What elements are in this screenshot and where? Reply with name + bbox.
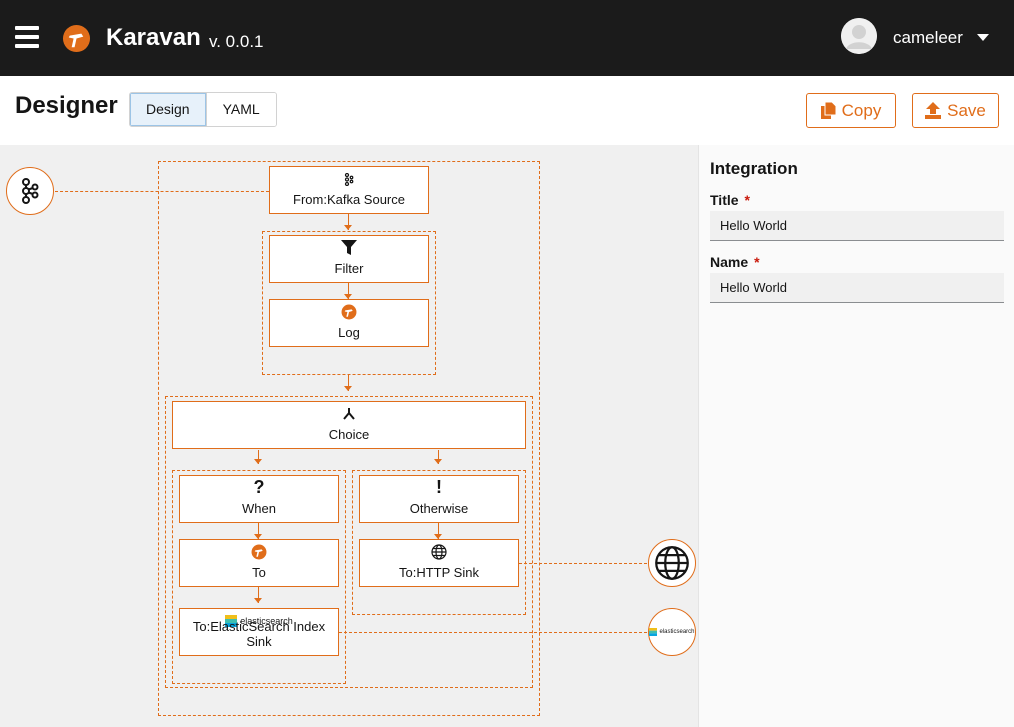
globe-icon [655,546,689,580]
step-choice[interactable]: Choice [172,401,526,449]
flow-arrow [254,587,263,603]
username[interactable]: cameleer [893,28,963,48]
tab-design[interactable]: Design [130,93,207,126]
title-input[interactable] [710,211,1004,241]
question-icon: ? [253,476,265,497]
name-label-text: Name [710,254,749,270]
panel-heading: Integration [710,159,798,178]
copy-button[interactable]: Copy [806,93,896,128]
exclamation-icon: ! [436,476,442,497]
camel-icon [251,544,267,560]
copy-icon [820,102,836,119]
flow-arrow [344,375,353,391]
flow-arrow [434,523,443,539]
kafka-endpoint[interactable] [6,167,54,215]
karavan-logo-icon [62,24,91,53]
upload-icon [925,102,942,119]
step-to-http[interactable]: To:HTTP Sink [359,539,519,587]
flow-arrow [254,523,263,539]
name-field-label: Name * [710,254,760,270]
elasticsearch-connector [339,632,647,633]
view-toggle-group: Design YAML [129,92,277,127]
http-endpoint[interactable] [648,539,696,587]
step-log[interactable]: Log [269,299,429,347]
required-mark: * [754,254,760,270]
flow-arrow [344,214,353,230]
page-title: Designer [15,92,118,119]
flow-arrow [254,450,263,464]
user-avatar[interactable] [841,18,877,54]
step-to[interactable]: To [179,539,339,587]
top-navbar: Karavan v. 0.0.1 cameleer [0,0,1014,76]
step-filter[interactable]: Filter [269,235,429,283]
step-label: Filter [334,261,364,276]
required-mark: * [744,192,750,208]
step-label: From:Kafka Source [293,192,405,207]
elasticsearch-icon [649,628,658,636]
chevron-down-icon[interactable] [977,34,989,41]
kafka-icon [344,172,354,186]
step-label: To:HTTP Sink [399,565,479,580]
menu-toggle-icon[interactable] [15,26,39,48]
http-connector [519,563,647,564]
flow-arrow [434,450,443,464]
app-version: v. 0.0.1 [209,32,264,51]
step-label: Log [338,325,360,340]
tab-yaml[interactable]: YAML [206,93,276,126]
step-when[interactable]: ? When [179,475,339,523]
step-otherwise[interactable]: ! Otherwise [359,475,519,523]
copy-label: Copy [841,100,882,120]
app-brand: Karavan [106,24,201,51]
step-from-kafka[interactable]: From:Kafka Source [269,166,429,214]
save-label: Save [947,100,986,120]
save-button[interactable]: Save [912,93,999,128]
step-to-elasticsearch[interactable]: elasticsearch To:ElasticSearch Index Sin… [179,608,339,656]
properties-panel: Integration Title * Name * [698,145,1014,727]
camel-icon [341,304,357,320]
globe-icon [431,544,447,560]
elasticsearch-endpoint[interactable]: elasticsearch [648,608,696,656]
title-field-label: Title * [710,192,750,208]
step-label: Otherwise [409,501,469,516]
elasticsearch-logo-text: elasticsearch [659,629,695,635]
step-label: Choice [328,427,370,442]
title-label-text: Title [710,192,739,208]
name-input[interactable] [710,273,1004,303]
step-label: To [252,565,266,580]
kafka-icon [22,178,39,204]
flow-arrow [344,283,353,299]
choice-icon [343,408,355,420]
step-label: To:ElasticSearch Index Sink [192,619,326,649]
filter-icon [341,240,357,255]
step-label: When [242,501,276,516]
designer-canvas[interactable]: From:Kafka Source Filter Log Choice ? Wh… [0,145,698,727]
kafka-connector [55,191,269,192]
